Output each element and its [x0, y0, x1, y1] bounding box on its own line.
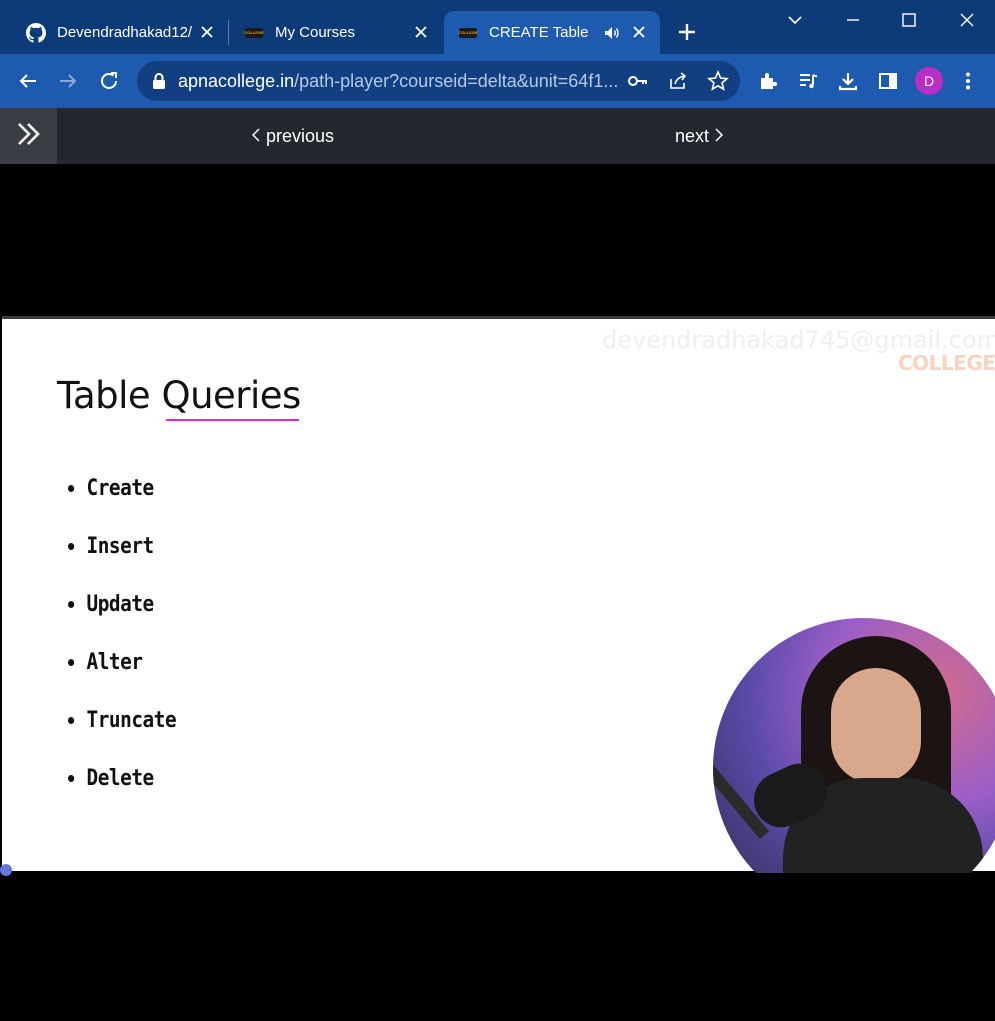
- address-bar[interactable]: apnacollege.in/path-player?courseid=delt…: [137, 61, 740, 101]
- new-tab-icon[interactable]: [676, 21, 698, 43]
- key-icon[interactable]: [627, 70, 649, 92]
- previous-label: previous: [266, 125, 335, 146]
- title-underline: [166, 419, 299, 421]
- chevron-left-icon: [251, 126, 260, 147]
- bookmark-star-icon[interactable]: [707, 69, 729, 92]
- tab-my-courses[interactable]: COLLEGE My Courses: [230, 11, 442, 54]
- list-item: Truncate: [68, 691, 177, 749]
- college-watermark-logo: COLLEGE: [898, 351, 995, 375]
- player-nav-bar: previous next: [0, 108, 995, 164]
- share-icon[interactable]: [667, 70, 689, 92]
- progress-handle[interactable]: [0, 864, 12, 876]
- chevron-right-icon: [715, 126, 724, 147]
- query-list: Create Insert Update Alter Truncate Dele…: [68, 459, 191, 807]
- tab-create-table[interactable]: COLLEGE CREATE Table: [444, 11, 660, 54]
- bullet-dot: [68, 542, 75, 550]
- profile-avatar[interactable]: D: [915, 67, 943, 95]
- bullet-dot: [68, 658, 75, 666]
- list-item: Delete: [68, 749, 176, 807]
- url-text[interactable]: apnacollege.in/path-player?courseid=delt…: [178, 71, 618, 92]
- college-icon: COLLEGE: [458, 23, 478, 43]
- list-item: Update: [68, 575, 176, 633]
- tab-separator: [228, 20, 229, 45]
- more-menu-icon[interactable]: [956, 69, 980, 93]
- speaker-icon[interactable]: [603, 24, 621, 42]
- tab-title: Devendradhakad12/: [57, 24, 193, 41]
- extensions-icon[interactable]: [756, 69, 780, 93]
- url-path: /path-player?courseid=delta&unit=64f1...: [294, 71, 619, 91]
- bullet-dot: [68, 600, 75, 608]
- download-icon[interactable]: [836, 69, 860, 93]
- list-item: Insert: [68, 517, 176, 575]
- tab-github[interactable]: Devendradhakad12/: [14, 11, 228, 54]
- close-tab-icon[interactable]: [630, 23, 648, 41]
- lock-icon[interactable]: [151, 72, 167, 90]
- tab-title: CREATE Table: [489, 24, 589, 41]
- bullet-dot: [68, 484, 75, 492]
- forward-icon[interactable]: [56, 69, 80, 93]
- browser-toolbar: apnacollege.in/path-player?courseid=delt…: [0, 54, 995, 108]
- url-domain: apnacollege.in: [178, 71, 295, 91]
- college-icon: COLLEGE: [244, 23, 264, 43]
- media-queue-icon[interactable]: [796, 69, 820, 93]
- back-icon[interactable]: [16, 69, 40, 93]
- bullet-dot: [68, 774, 75, 782]
- previous-link[interactable]: previous: [251, 124, 335, 148]
- next-label: next: [675, 125, 710, 146]
- side-panel-icon[interactable]: [876, 69, 900, 93]
- close-window-icon[interactable]: [956, 9, 978, 31]
- tab-title: My Courses: [275, 24, 356, 41]
- email-watermark: devendradhakad745@gmail.com: [602, 326, 995, 354]
- tab-strip: Devendradhakad12/ COLLEGE My Courses COL…: [0, 0, 995, 54]
- sidebar-toggle-button[interactable]: [0, 108, 57, 164]
- list-item: Alter: [68, 633, 176, 691]
- double-chevron-right-icon: [15, 121, 43, 152]
- maximize-icon[interactable]: [898, 9, 920, 31]
- next-link[interactable]: next: [675, 124, 724, 148]
- slide-title: Table Queries: [57, 374, 301, 417]
- tab-search-chevron-icon[interactable]: [784, 9, 806, 31]
- list-item: Create: [68, 459, 176, 517]
- close-tab-icon[interactable]: [198, 23, 216, 41]
- close-tab-icon[interactable]: [412, 23, 430, 41]
- github-icon: [26, 22, 46, 43]
- reload-icon[interactable]: [97, 69, 121, 93]
- bullet-dot: [68, 716, 75, 724]
- presenter-webcam: [713, 618, 995, 873]
- minimize-icon[interactable]: [842, 9, 864, 31]
